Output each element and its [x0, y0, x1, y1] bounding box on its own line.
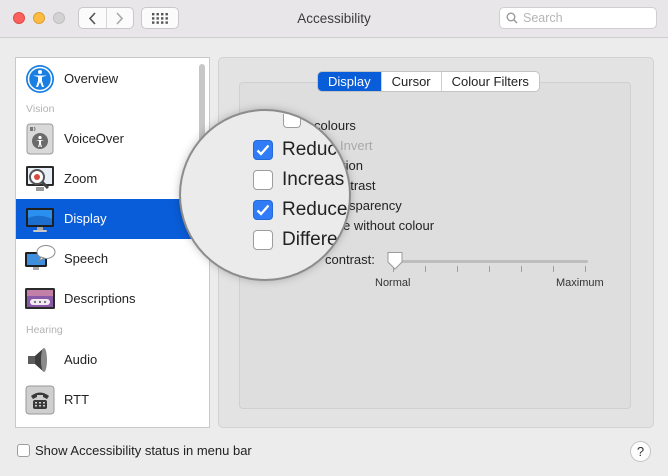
- sidebar-item-display[interactable]: Display: [16, 199, 194, 239]
- display-contrast-slider[interactable]: [392, 260, 588, 263]
- tab-cursor[interactable]: Cursor: [380, 72, 441, 91]
- telephone-icon: [25, 385, 55, 415]
- checkmark-icon: [256, 204, 270, 216]
- zoom-magnifier-icon: [26, 166, 54, 191]
- search-icon: [506, 12, 518, 24]
- speech-bubble-icon: [25, 245, 56, 270]
- sidebar-item-label: Zoom: [64, 171, 98, 186]
- tab-colour-filters[interactable]: Colour Filters: [440, 72, 539, 91]
- slider-tick: [521, 266, 522, 272]
- sidebar-heading-vision: Vision: [26, 103, 55, 115]
- option-reduce-transparency-label: sparency: [349, 198, 402, 213]
- magnified-label: Differe: [282, 229, 338, 250]
- slider-tick: [585, 266, 586, 272]
- sidebar-item-speech[interactable]: Speech: [16, 239, 194, 279]
- magnified-row-differentiate-without-colour[interactable]: Differe: [253, 229, 338, 251]
- descriptions-icon: [25, 288, 55, 309]
- sidebar-item-overview[interactable]: Overview: [16, 59, 194, 99]
- magnified-label: Reduce: [282, 199, 348, 220]
- magnified-checkbox[interactable]: [253, 170, 273, 190]
- magnified-checkbox-partial: [283, 114, 301, 128]
- sidebar-item-audio[interactable]: Audio: [16, 340, 194, 380]
- search-field[interactable]: Search: [499, 7, 657, 29]
- slider-tick: [553, 266, 554, 272]
- option-differentiate-without-colour-label: e without colour: [343, 218, 435, 233]
- sidebar-item-label: RTT: [64, 392, 90, 407]
- sidebar-item-label: VoiceOver: [64, 131, 124, 146]
- display-monitor-icon: [26, 208, 54, 232]
- slider-min-label: Normal: [375, 277, 411, 289]
- tab-display[interactable]: Display: [318, 72, 381, 91]
- speaker-icon: [28, 348, 47, 372]
- sidebar-item-label: Display: [64, 211, 107, 226]
- show-status-label[interactable]: Show Accessibility status in menu bar: [35, 443, 252, 458]
- magnified-label: Increas: [282, 169, 345, 190]
- sidebar-item-label: Descriptions: [64, 291, 136, 306]
- slider-tick: [489, 266, 490, 272]
- magnifier-lens: Reduce Increas Reduce Differe: [181, 111, 349, 279]
- search-placeholder: Search: [523, 11, 563, 25]
- help-button[interactable]: ?: [630, 441, 651, 462]
- sidebar-item-zoom[interactable]: Zoom: [16, 159, 194, 199]
- sidebar-item-voiceover[interactable]: VoiceOver: [16, 119, 194, 159]
- slider-thumb[interactable]: [386, 251, 404, 271]
- magnified-label: Reduce: [282, 139, 348, 160]
- accessibility-person-icon: [26, 65, 54, 93]
- sidebar-item-descriptions[interactable]: Descriptions: [16, 279, 194, 319]
- sidebar[interactable]: Overview Vision VoiceOver Zoom Display S…: [15, 57, 210, 428]
- magnified-row-reduce-motion[interactable]: Reduce: [253, 139, 348, 161]
- sidebar-item-rtt[interactable]: RTT: [16, 380, 194, 420]
- sidebar-heading-hearing: Hearing: [26, 324, 63, 336]
- magnified-row-increase-contrast[interactable]: Increas: [253, 169, 344, 191]
- voiceover-icon: [26, 123, 54, 155]
- display-contrast-label: contrast:: [325, 252, 375, 267]
- title-bar: Accessibility Search: [0, 0, 668, 38]
- sidebar-item-label: Audio: [64, 352, 98, 367]
- slider-max-label: Maximum: [556, 277, 604, 289]
- sidebar-item-label: Speech: [64, 251, 109, 266]
- magnified-checkbox[interactable]: [253, 230, 273, 250]
- option-colours-label: colours: [314, 118, 356, 133]
- magnified-checkbox[interactable]: [253, 140, 273, 160]
- sidebar-item-label: Overview: [64, 71, 119, 86]
- accessibility-window: Accessibility Search Overview Vision Voi…: [0, 0, 668, 476]
- magnified-row-reduce-transparency[interactable]: Reduce: [253, 199, 348, 221]
- magnified-checkbox[interactable]: [253, 200, 273, 220]
- show-status-checkbox[interactable]: [17, 444, 30, 457]
- checkmark-icon: [256, 144, 270, 156]
- tab-bar: Display Cursor Colour Filters: [317, 71, 540, 92]
- slider-tick: [425, 266, 426, 272]
- slider-tick: [457, 266, 458, 272]
